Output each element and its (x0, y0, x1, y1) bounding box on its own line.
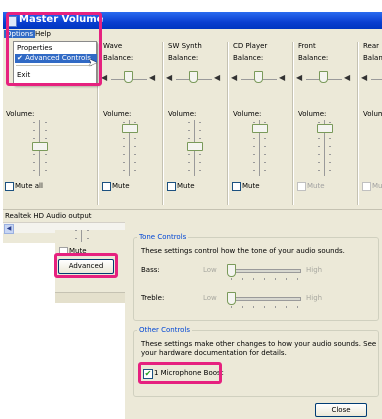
mute-checkbox[interactable] (102, 182, 111, 191)
volume-slider[interactable] (317, 124, 333, 133)
mute-label: Mute (112, 182, 130, 190)
other-description-line-2: your hardware documentation for details. (141, 349, 287, 357)
mute-label: Mute (177, 182, 195, 190)
volume-slider[interactable] (122, 124, 138, 133)
speaker-right-icon: ◀ (149, 73, 156, 82)
balance-label: Balance: (233, 54, 264, 62)
mute-label: Mute (242, 182, 260, 190)
balance-track (371, 79, 382, 80)
volume-slider[interactable] (32, 142, 48, 151)
bass-track (229, 269, 301, 273)
balance-label: Balance (363, 54, 382, 62)
mute-label: Mute (307, 182, 325, 190)
speaker-left-icon: ◀ (231, 73, 238, 82)
bass-label: Bass: (141, 266, 160, 274)
channel-name: Rear (363, 42, 380, 50)
mute-checkbox[interactable] (167, 182, 176, 191)
volume-label: Volume: (6, 110, 35, 118)
highlight-frame-options (6, 12, 102, 86)
mute-all-checkbox[interactable] (5, 182, 14, 191)
volume-label: Volume: (298, 110, 327, 118)
speaker-right-icon: ◀ (344, 73, 351, 82)
balance-label: Balance: (103, 54, 134, 62)
window-edge (55, 292, 125, 303)
volume-label: Volume: (103, 110, 132, 118)
mute-checkbox[interactable] (232, 182, 241, 191)
treble-slider[interactable] (227, 292, 236, 305)
bass-ticks (231, 278, 298, 280)
speaker-left-icon: ◀ (101, 73, 108, 82)
volume-ticks (87, 230, 89, 242)
volume-label: Volume: (168, 110, 197, 118)
balance-slider[interactable] (189, 71, 198, 83)
highlight-frame-advanced (54, 253, 118, 278)
treble-low-label: Low (203, 294, 217, 302)
channel-name: Front (298, 42, 316, 50)
column-divider (292, 42, 294, 205)
volume-slider[interactable] (187, 142, 203, 151)
balance-slider[interactable] (124, 71, 133, 83)
channel-column-rear: Rear Balance ◀ Volume: Mut (361, 42, 382, 202)
bass-slider[interactable] (227, 264, 236, 277)
mute-label: Mut (372, 182, 382, 190)
treble-track (229, 297, 301, 301)
bass-high-label: High (306, 266, 323, 274)
highlight-frame-mic-boost (138, 362, 222, 384)
volume-slider[interactable] (252, 124, 268, 133)
volume-label: Volume: (363, 110, 382, 118)
channel-column-cd-player: CD Player Balance: ◀ ◀ Volume: Mute (231, 42, 293, 202)
other-description-line-1: These settings make other changes to how… (141, 340, 377, 348)
status-text: Realtek HD Audio output (5, 212, 92, 220)
advanced-controls-window: Tone Controls These settings control how… (125, 221, 382, 419)
treble-label: Treble: (141, 294, 165, 302)
volume-track (81, 230, 82, 242)
scroll-left-arrow-icon[interactable]: ◀ (4, 224, 14, 234)
column-divider (357, 42, 359, 205)
channel-name: CD Player (233, 42, 268, 50)
treble-high-label: High (306, 294, 323, 302)
mute-all-label: Mute all (15, 182, 43, 190)
speaker-left-icon: ◀ (296, 73, 303, 82)
tone-description: These settings control how the tone of y… (141, 247, 345, 255)
bass-low-label: Low (203, 266, 217, 274)
speaker-right-icon: ◀ (214, 73, 221, 82)
balance-slider[interactable] (254, 71, 263, 83)
channel-column-front: Front Balance: ◀ ◀ Volume: Mute (296, 42, 358, 202)
tone-controls-title: Tone Controls (137, 233, 189, 241)
channel-name: Wave (103, 42, 123, 50)
channel-column-wave: Wave Balance: ◀ ◀ Volume: Mute (101, 42, 163, 202)
balance-label: Balance: (298, 54, 329, 62)
speaker-right-icon: ◀ (279, 73, 286, 82)
balance-slider[interactable] (319, 71, 328, 83)
channel-column-sw-synth: SW Synth Balance: ◀ ◀ Volume: Mute (166, 42, 228, 202)
volume-label: Volume: (233, 110, 262, 118)
close-button[interactable]: Close (315, 403, 367, 417)
column-divider (162, 42, 164, 205)
other-controls-title: Other Controls (137, 326, 193, 334)
mute-checkbox[interactable] (297, 182, 306, 191)
column-divider (227, 42, 229, 205)
treble-ticks (231, 306, 298, 308)
mute-checkbox[interactable] (362, 182, 371, 191)
speaker-left-icon: ◀ (361, 73, 368, 82)
speaker-left-icon: ◀ (166, 73, 173, 82)
volume-ticks (75, 230, 77, 242)
channel-name: SW Synth (168, 42, 202, 50)
balance-label: Balance: (168, 54, 199, 62)
